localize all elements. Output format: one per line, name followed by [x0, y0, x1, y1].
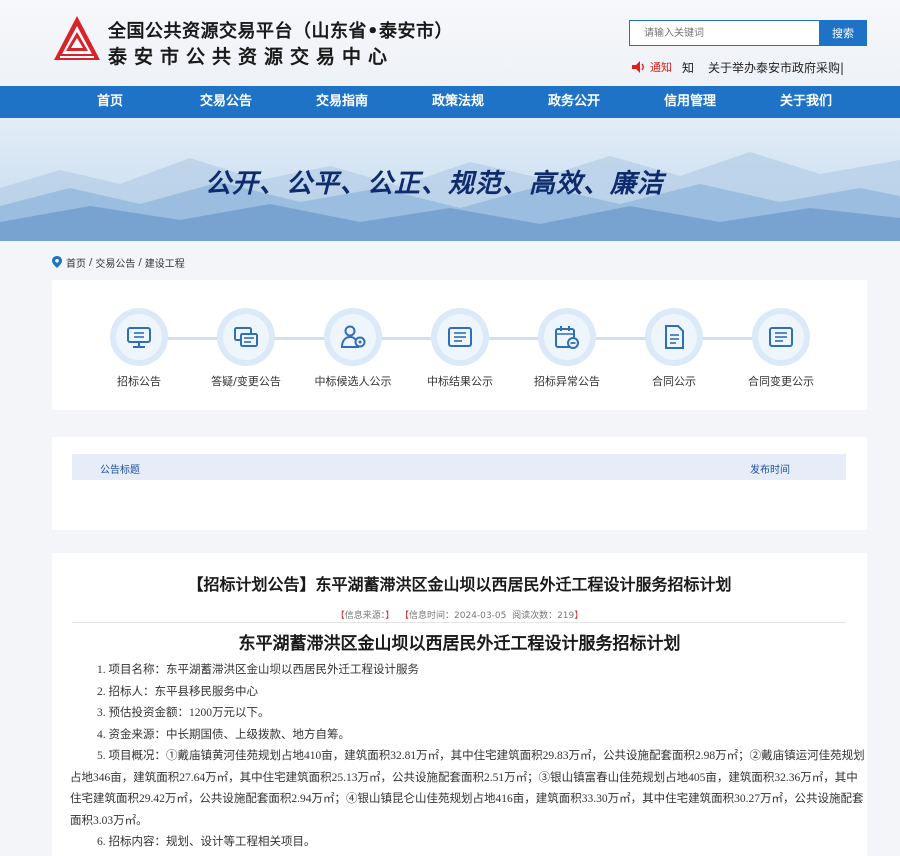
category-panel: 招标公告 答疑/变更公告 中标候选人公示 中标结果公示 招标异常公告 合同公示 …: [52, 280, 867, 410]
article-paragraph: 3. 预估投资金额：1200万元以下。: [97, 707, 270, 719]
meta-views: 阅读次数：: [512, 611, 558, 621]
breadcrumb-home[interactable]: 首页: [66, 255, 86, 270]
main-nav: 首页 交易公告 交易指南 政策法规 政务公开 信用管理 关于我们: [0, 86, 900, 118]
article-title: 【招标计划公告】东平湖蓄滞洪区金山坝以西居民外迁工程设计服务招标计划: [187, 575, 732, 594]
site-subtitle: 泰安市公共资源交易中心: [108, 46, 395, 68]
column-header-title: 公告标题: [100, 465, 140, 476]
breadcrumb-separator: /: [89, 256, 93, 268]
breadcrumb-separator: /: [138, 256, 142, 268]
category-tender-exception[interactable]: 招标异常公告: [512, 308, 622, 389]
article-divider: [72, 622, 846, 623]
nav-item-home[interactable]: 首页: [52, 86, 168, 118]
notice-link[interactable]: 关于举办泰安市政府采购|: [708, 59, 844, 76]
category-label: 中标结果公示: [427, 375, 493, 388]
category-label: 答疑/变更公告: [211, 375, 281, 388]
article-paragraph: 5. 项目概况：①戴庙镇黄河佳苑规划占地410亩，建筑面积32.81万㎡，其中住…: [70, 750, 865, 827]
article-heading: 东平湖蓄滞洪区金山坝以西居民外迁工程设计服务招标计划: [238, 634, 681, 654]
column-header-time: 发布时间: [750, 465, 790, 476]
notice-text[interactable]: 知: [682, 59, 694, 76]
article: 【招标计划公告】东平湖蓄滞洪区金山坝以西居民外迁工程设计服务招标计划 【信息来源…: [52, 553, 867, 856]
document-icon: [665, 325, 684, 349]
category-label: 中标候选人公示: [314, 375, 392, 388]
cards-icon: [234, 327, 258, 347]
breadcrumb-construction[interactable]: 建设工程: [145, 255, 185, 270]
category-qa-change[interactable]: 答疑/变更公告: [191, 308, 301, 389]
category-label: 合同公示: [652, 375, 696, 388]
nav-item-gov-affairs[interactable]: 政务公开: [516, 86, 632, 118]
monitor-icon: [127, 327, 151, 348]
category-contract[interactable]: 合同公示: [619, 308, 729, 389]
category-bid-candidates[interactable]: 中标候选人公示: [298, 308, 408, 389]
category-label: 招标公告: [117, 375, 161, 388]
notice-tag: 通知: [650, 61, 672, 74]
nav-item-credit[interactable]: 信用管理: [632, 86, 748, 118]
article-body: 1. 项目名称：东平湖蓄滞洪区金山坝以西居民外迁工程设计服务 2. 招标人：东平…: [70, 660, 865, 854]
category-bid-results[interactable]: 中标结果公示: [405, 308, 515, 389]
article-paragraph: 1. 项目名称：东平湖蓄滞洪区金山坝以西居民外迁工程设计服务: [97, 664, 419, 676]
search-input[interactable]: [629, 20, 819, 46]
article-paragraph: 6. 招标内容：规划、设计等工程相关项目。: [97, 836, 316, 848]
location-pin-icon: [52, 256, 62, 268]
category-contract-change[interactable]: 合同变更公示: [726, 308, 836, 389]
nav-item-policies[interactable]: 政策法规: [400, 86, 516, 118]
breadcrumb-trade-notices[interactable]: 交易公告: [95, 255, 135, 270]
banner-slogan: 公开、公平、公正、规范、高效、廉洁: [205, 169, 665, 199]
user-badge-icon: [340, 325, 366, 348]
article-meta: 【信息来源：】 【信息时间：2024-03-05 阅读次数：219】: [335, 611, 584, 621]
category-label: 合同变更公示: [748, 375, 814, 388]
article-paragraph: 4. 资金来源：中长期国债、上级拨款、地方自筹。: [97, 728, 350, 741]
list-icon: [448, 327, 472, 347]
nav-item-about[interactable]: 关于我们: [748, 86, 864, 118]
hero-banner: 公开、公平、公正、规范、高效、廉洁: [0, 118, 900, 241]
nav-item-trade-guide[interactable]: 交易指南: [284, 86, 400, 118]
search-button[interactable]: 搜索: [819, 20, 867, 46]
calendar-minus-icon: [555, 326, 579, 349]
site-logo-icon[interactable]: [52, 14, 102, 64]
category-tender-notice[interactable]: 招标公告: [84, 308, 194, 389]
breadcrumb: 首页 / 交易公告 / 建设工程: [52, 254, 185, 270]
nav-item-trade-notices[interactable]: 交易公告: [168, 86, 284, 118]
article-paragraph: 2. 招标人：东平县移民服务中心: [97, 685, 258, 698]
list-icon: [769, 327, 793, 347]
site-title: 全国公共资源交易平台（山东省•泰安市）: [108, 21, 454, 42]
speaker-icon: [632, 61, 644, 73]
meta-source: 信息来源：: [344, 611, 386, 621]
category-label: 招标异常公告: [534, 375, 600, 388]
notice-list-panel: 公告标题 发布时间: [52, 437, 867, 530]
list-header: 公告标题 发布时间: [72, 454, 846, 480]
meta-views-count: 219: [557, 611, 575, 621]
notice-ticker[interactable]: 通知 知 关于举办泰安市政府采购|: [630, 58, 844, 76]
site-header: 全国公共资源交易平台（山东省•泰安市） 泰安市公共资源交易中心 搜索 通知 知 …: [0, 0, 900, 86]
meta-time: 信息时间：2024-03-05: [409, 611, 507, 621]
